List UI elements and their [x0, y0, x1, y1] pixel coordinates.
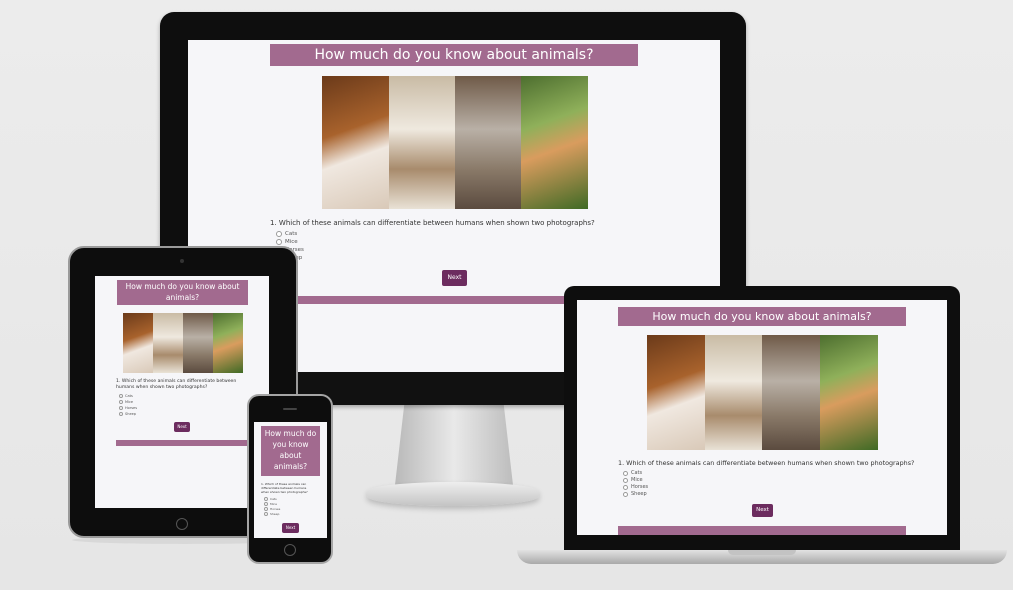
question-text: 1. Which of these animals can differenti… [116, 379, 237, 390]
laptop-screen: How much do you know about animals? 1. W… [577, 300, 947, 535]
footer-bar [116, 440, 249, 446]
option-sheep[interactable]: Sheep [264, 512, 279, 516]
question-text: 1. Which of these animals can differenti… [618, 459, 915, 467]
quiz-title: How much do you know about animals? [261, 426, 320, 476]
option-mice[interactable]: Mice [623, 477, 643, 483]
phone-speaker [283, 408, 297, 410]
option-mice[interactable]: Mice [264, 502, 277, 506]
monitor-stand-base [367, 482, 539, 506]
mouse-image [455, 76, 521, 209]
quiz-title: How much do you know about animals? [270, 44, 638, 66]
monitor-stand-neck [395, 403, 513, 485]
horse-image [322, 76, 389, 209]
phone-screen: How much do you know about animals? 1. Whic… [254, 422, 327, 538]
quiz-title: How much do you know about animals? [618, 307, 906, 326]
tablet-camera [180, 259, 184, 263]
sheep-image [389, 76, 455, 209]
cat-image [521, 76, 588, 209]
next-button[interactable]: Next [282, 523, 299, 533]
next-button[interactable]: Next [442, 270, 467, 286]
question-text: 1. Which of these animals can differenti… [270, 219, 595, 227]
option-mice[interactable]: Mice [119, 400, 133, 404]
footer-bar [618, 526, 906, 535]
option-horses[interactable]: Horses [264, 507, 280, 511]
option-sheep[interactable]: Sheep [119, 412, 136, 416]
laptop-notch [728, 550, 796, 555]
animals-photo [322, 76, 588, 209]
tablet-screen: How much do you know about animals? 1. Wh… [95, 276, 269, 508]
phone-home-button [284, 544, 296, 556]
tablet-home-button [176, 518, 188, 530]
option-horses[interactable]: Horses [119, 406, 137, 410]
next-button[interactable]: Next [752, 504, 773, 517]
next-button[interactable]: Next [174, 422, 190, 432]
quiz-title: How much do you know about animals? [117, 280, 248, 305]
option-cats[interactable]: Cats [264, 497, 277, 501]
option-horses[interactable]: Horses [623, 484, 648, 490]
option-cats[interactable]: Cats [623, 470, 642, 476]
question-text: 1. Which of these animals can differentia… [261, 482, 308, 494]
option-sheep[interactable]: Sheep [623, 491, 647, 497]
option-mice[interactable]: Mice [276, 239, 298, 245]
animals-photo [123, 313, 243, 373]
option-cats[interactable]: Cats [119, 394, 133, 398]
animals-photo [647, 335, 878, 450]
option-cats[interactable]: Cats [276, 231, 297, 237]
